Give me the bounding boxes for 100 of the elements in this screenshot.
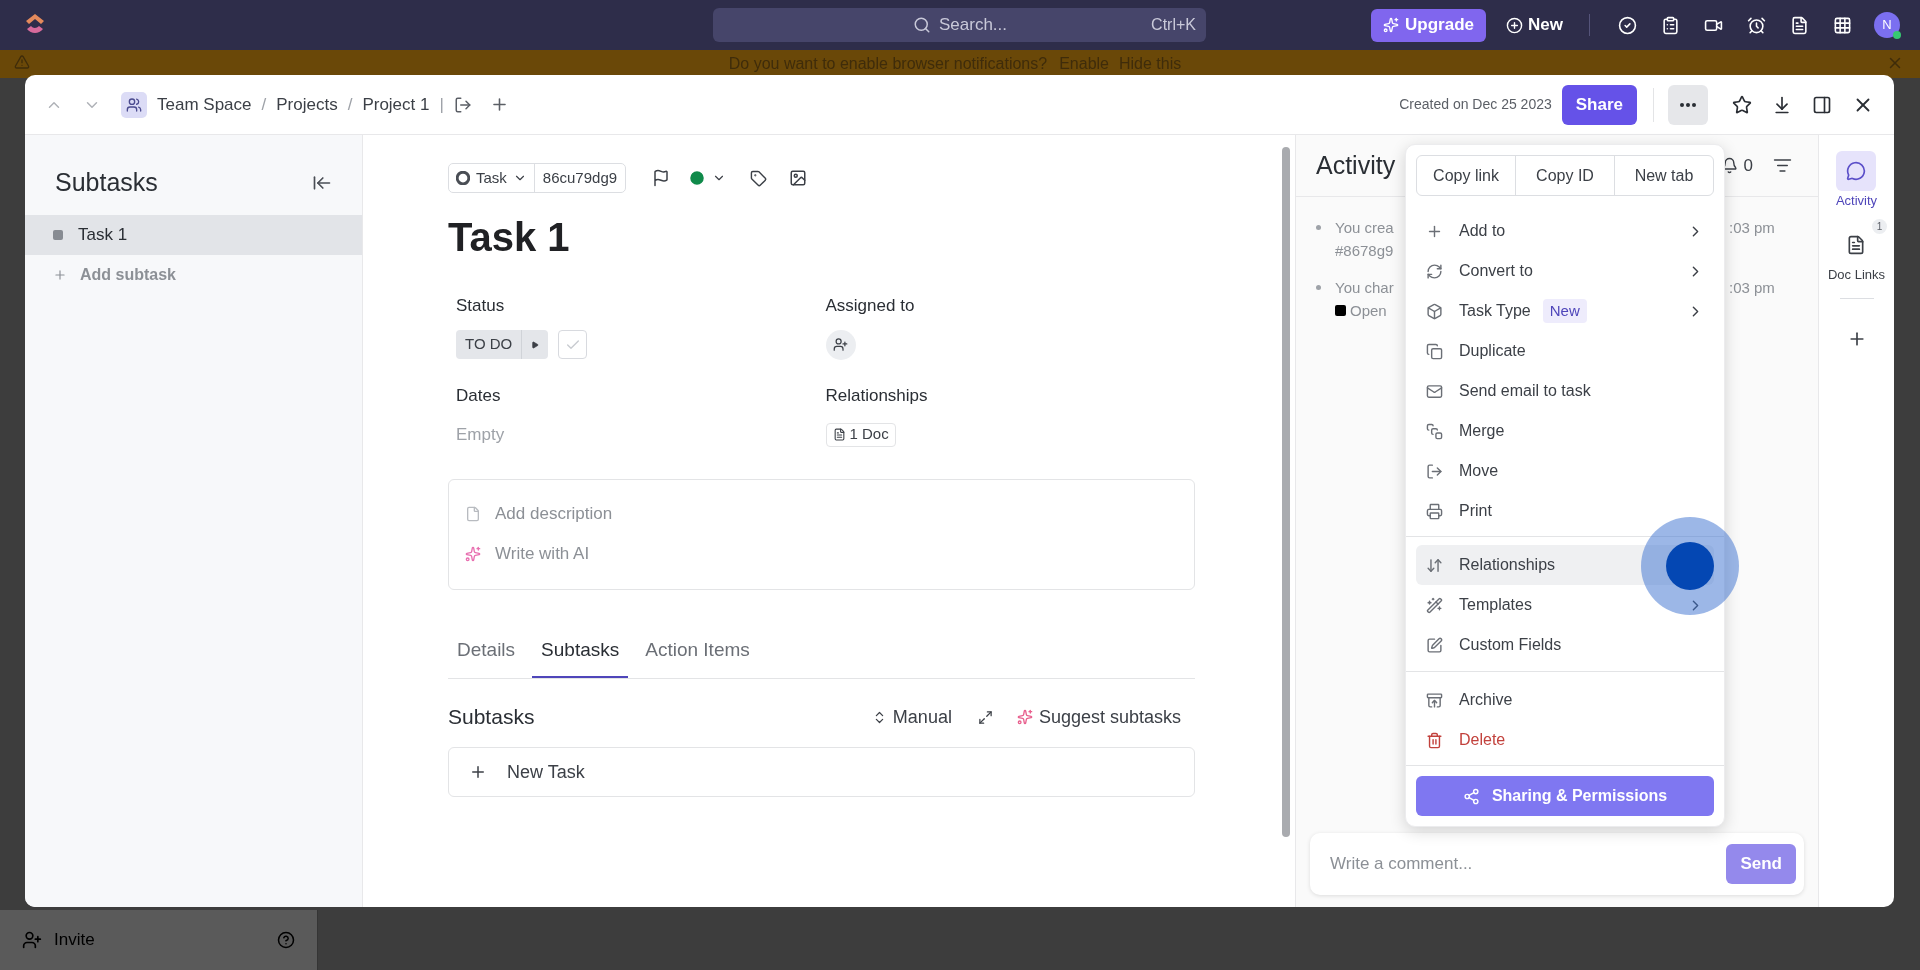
stack-icon [1426, 422, 1443, 440]
breadcrumb-link[interactable]: Team Space [157, 91, 252, 118]
menu-item[interactable]: Duplicate [1416, 331, 1714, 371]
flag-icon[interactable] [652, 169, 671, 187]
document-icon [1846, 234, 1867, 255]
activity-title: Activity [1316, 149, 1396, 181]
tab[interactable]: Subtasks [532, 625, 629, 678]
bell-count: 0 [1743, 154, 1753, 177]
menu-item[interactable]: Merge [1416, 411, 1714, 451]
sharing-permissions-button[interactable]: Sharing & Permissions [1416, 776, 1714, 816]
menu-item[interactable]: Task Type New [1416, 291, 1714, 331]
image-icon[interactable] [789, 169, 808, 187]
file-icon [465, 506, 481, 522]
breadcrumb-separator: | [439, 93, 444, 116]
exit-icon [1426, 462, 1443, 480]
panel-title: Subtasks [55, 167, 158, 199]
menu-item[interactable]: Move [1416, 451, 1714, 491]
new-badge: New [1542, 299, 1587, 323]
status-button[interactable]: TO DO [456, 330, 549, 359]
trash-icon [1426, 731, 1443, 749]
filter-icon[interactable] [1773, 156, 1792, 175]
suggest-subtasks-button[interactable]: Suggest subtasks [1016, 703, 1181, 731]
tag-icon[interactable] [750, 169, 768, 187]
tab[interactable]: Details [448, 625, 525, 678]
doc-chip[interactable]: 1 Doc [825, 422, 896, 447]
menu-top-button[interactable]: New tab [1614, 156, 1713, 195]
search-placeholder: Search... [939, 14, 1008, 37]
apps-grid-icon[interactable] [1833, 15, 1852, 35]
menu-item[interactable]: Convert to [1416, 251, 1714, 291]
section-title: Subtasks [448, 704, 535, 731]
ellipsis-icon [1680, 102, 1696, 107]
upgrade-button[interactable]: Upgrade [1371, 8, 1487, 42]
menu-item[interactable]: Add to [1416, 211, 1714, 251]
field-label: Relationships [825, 385, 929, 407]
printer-icon [1426, 502, 1443, 520]
count-badge: 1 [1872, 218, 1888, 234]
breadcrumb-separator: / [261, 93, 267, 116]
chat-icon [1846, 161, 1867, 181]
menu-item[interactable]: Templates [1416, 585, 1714, 625]
task-id[interactable]: 86cu79dg9 [534, 166, 626, 190]
activity-time: :03 pm [1729, 218, 1775, 238]
rail-tab[interactable]: Activity [1829, 145, 1884, 211]
search-field[interactable]: Search... Ctrl+K [713, 8, 1206, 42]
collapse-icon[interactable] [312, 173, 332, 193]
copy-icon [1426, 342, 1443, 360]
refresh-icon [1426, 262, 1443, 280]
menu-item[interactable]: Custom Fields [1416, 625, 1714, 665]
menu-top-button[interactable]: Copy ID [1515, 156, 1614, 195]
document-icon [832, 428, 846, 441]
field-label: Assigned to [825, 295, 916, 317]
warning-icon [14, 54, 30, 70]
activity-time: :03 pm [1729, 278, 1775, 298]
scrollbar[interactable] [1282, 147, 1290, 837]
field-label: Status [456, 295, 506, 317]
shortcut-hint: Ctrl+K [1151, 15, 1196, 35]
menu-item[interactable]: Delete [1416, 720, 1714, 760]
status-square-icon [53, 230, 63, 240]
minimize-icon[interactable] [1772, 94, 1792, 115]
new-button[interactable]: New [1506, 12, 1563, 38]
field-label: Dates [456, 385, 502, 407]
new-task-row[interactable]: New Task [448, 747, 1195, 797]
more-button[interactable] [1668, 84, 1708, 125]
export-icon[interactable] [453, 95, 472, 114]
clipboard-icon[interactable] [1661, 15, 1680, 35]
menu-item[interactable]: Print [1416, 491, 1714, 531]
breadcrumb-link[interactable]: Projects [276, 91, 338, 118]
alarm-clock-icon[interactable] [1747, 15, 1766, 35]
plus-icon [53, 268, 67, 282]
arrows-icon [1426, 556, 1443, 574]
description-placeholder: Add description [495, 503, 613, 526]
menu-item[interactable]: Archive [1416, 680, 1714, 720]
user-avatar[interactable]: N [1874, 12, 1900, 38]
user-add-icon[interactable] [22, 930, 42, 950]
subtask-item[interactable]: Task 1 [25, 215, 362, 255]
plus-icon [469, 763, 487, 781]
help-icon[interactable] [277, 931, 295, 949]
add-assignee-button[interactable] [825, 329, 856, 360]
breadcrumb-link[interactable]: Project 1 [362, 91, 430, 118]
plus-circle-icon [1506, 16, 1524, 34]
activity-detail: #8678g9 [1335, 240, 1395, 261]
check-circle-icon[interactable] [1618, 15, 1637, 35]
pen-square-icon [1426, 636, 1443, 654]
rail-tab[interactable]: 1 Doc Links [1821, 218, 1892, 284]
breadcrumb-separator: / [347, 93, 353, 116]
panel-icon[interactable] [1812, 94, 1832, 115]
tab[interactable]: Action Items [636, 625, 759, 678]
expand-icon[interactable] [977, 709, 993, 725]
menu-top-button[interactable]: Copy link [1417, 156, 1515, 195]
star-icon[interactable] [1732, 94, 1752, 115]
complete-checkbox[interactable] [558, 330, 588, 359]
cube-icon [1426, 302, 1443, 320]
share-button[interactable]: Share [1561, 84, 1637, 125]
sparkle-icon [1383, 17, 1400, 33]
task-type-dropdown[interactable]: Task [449, 164, 535, 192]
document-icon[interactable] [1790, 15, 1809, 35]
sparkle-icon [1016, 709, 1033, 725]
search-icon [913, 16, 931, 34]
sort-button[interactable]: Manual [871, 703, 952, 731]
menu-item[interactable]: Send email to task [1416, 371, 1714, 411]
task-title[interactable]: Task 1 [448, 209, 1195, 265]
